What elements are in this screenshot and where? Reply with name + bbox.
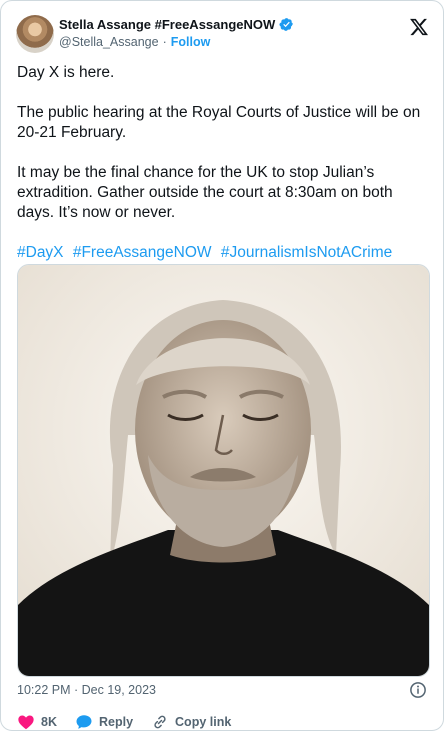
hashtag-line: #DayX #FreeAssangeNOW #JournalismIsNotAC… [17, 243, 427, 263]
tweet-paragraph: It may be the final chance for the UK to… [17, 164, 393, 221]
tweet-timestamp[interactable]: 10:22 PM · Dec 19, 2023 [17, 683, 156, 697]
heart-icon [18, 715, 34, 730]
avatar[interactable] [16, 15, 54, 53]
copy-link-label: Copy link [175, 715, 232, 729]
tweet-paragraph: Day X is here. [17, 64, 115, 81]
tweet-actions: 8K Reply Copy link [17, 713, 231, 731]
hashtag-link[interactable]: #DayX [17, 244, 64, 261]
x-logo-icon[interactable] [409, 17, 429, 37]
like-button[interactable]: 8K [17, 713, 57, 731]
follow-button[interactable]: Follow [171, 35, 211, 49]
hashtag-link[interactable]: #FreeAssangeNOW [73, 244, 212, 261]
verified-badge-icon [279, 18, 294, 31]
copy-link-button[interactable]: Copy link [151, 713, 231, 731]
portrait-image [18, 265, 429, 676]
tweet-paragraph: The public hearing at the Royal Courts o… [17, 104, 421, 141]
reply-button[interactable]: Reply [75, 713, 133, 731]
author-name-row[interactable]: Stella Assange #FreeAssangeNOW [59, 17, 294, 32]
tweet-photo[interactable] [17, 264, 430, 677]
author-handle-row: @Stella_Assange · Follow [59, 35, 210, 49]
tweet-card[interactable]: Stella Assange #FreeAssangeNOW @Stella_A… [0, 0, 444, 731]
like-count: 8K [41, 715, 57, 729]
hashtag-link[interactable]: #JournalismIsNotACrime [221, 244, 392, 261]
reply-label: Reply [98, 715, 134, 729]
author-display-name[interactable]: Stella Assange #FreeAssangeNOW [59, 17, 275, 32]
separator-dot: · [162, 35, 167, 49]
reply-bubble-icon [76, 715, 92, 729]
tweet-text: Day X is here. The public hearing at the… [17, 63, 427, 283]
link-icon [154, 715, 166, 729]
info-icon[interactable] [409, 681, 427, 699]
author-handle[interactable]: @Stella_Assange [59, 35, 159, 49]
